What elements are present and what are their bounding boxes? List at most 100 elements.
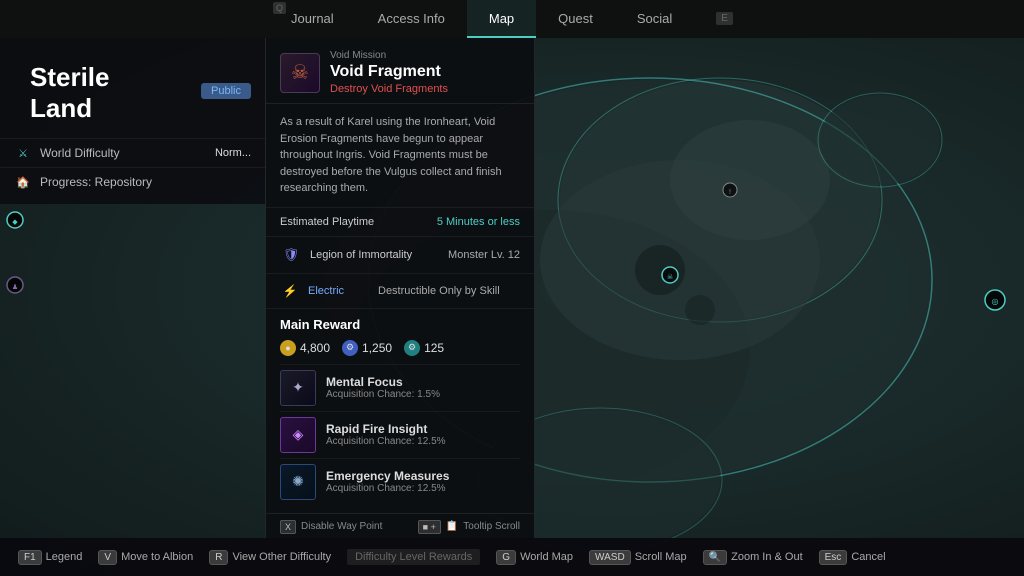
reward-item-0: ✦ Mental Focus Acquisition Chance: 1.5% [280, 364, 520, 411]
progress-row: 🏠 Progress: Repository [0, 167, 265, 196]
difficulty-level-rewards-label: Difficulty Level Rewards [347, 549, 480, 565]
svg-text:♟: ♟ [12, 283, 18, 291]
reward-info-0: Mental Focus Acquisition Chance: 1.5% [326, 375, 520, 400]
card-description: As a result of Karel using the Ironheart… [266, 104, 534, 208]
left-panel: Sterile Land Public ⚔ World Difficulty N… [0, 38, 265, 204]
tab-map[interactable]: Map [467, 0, 536, 38]
tab-quest[interactable]: Quest [536, 0, 615, 38]
reward-icon-1: ◈ [280, 417, 316, 453]
world-map-label: World Map [520, 551, 573, 563]
esc-key: Esc [819, 550, 848, 565]
scroll-map-label: Scroll Map [635, 551, 687, 563]
move-to-albion-btn[interactable]: V Move to Albion [90, 550, 201, 565]
tooltip-icon: 📋 [446, 521, 458, 532]
progress-icon: 🏠 [14, 173, 32, 191]
svg-text:◆: ◆ [12, 219, 18, 226]
waypoint-btn[interactable]: X Disable Way Point [280, 520, 382, 534]
v-key: V [98, 550, 117, 565]
legend-btn[interactable]: F1 Legend [10, 550, 90, 565]
world-map-btn[interactable]: G World Map [488, 550, 581, 565]
world-difficulty-label: World Difficulty [40, 146, 215, 160]
reward-icon-0: ✦ [280, 370, 316, 406]
zoom-icon-key: 🔍 [703, 550, 727, 565]
reward-title: Main Reward [280, 317, 520, 332]
enemy-level: Monster Lv. 12 [448, 249, 520, 261]
journal-key: Q [273, 2, 286, 14]
playtime-row: Estimated Playtime 5 Minutes or less [266, 208, 534, 237]
scroll-map-btn[interactable]: WASD Scroll Map [581, 550, 695, 565]
bottom-bar: F1 Legend V Move to Albion R View Other … [0, 538, 1024, 576]
cancel-btn[interactable]: Esc Cancel [811, 550, 894, 565]
info-card: ☠ Void Mission Void Fragment Destroy Voi… [265, 38, 535, 541]
reward-info-2: Emergency Measures Acquisition Chance: 1… [326, 469, 520, 494]
tab-map-label: Map [489, 11, 514, 26]
tab-social-label: Social [637, 11, 672, 26]
world-difficulty-value: Norm... [215, 147, 251, 159]
reward-item-1: ◈ Rapid Fire Insight Acquisition Chance:… [280, 411, 520, 458]
reward-info-1: Rapid Fire Insight Acquisition Chance: 1… [326, 422, 520, 447]
blue-value: 1,250 [362, 341, 392, 355]
enemy-row: 🛡 Legion of Immortality Monster Lv. 12 [266, 237, 534, 274]
teal-value: 125 [424, 341, 444, 355]
cancel-label: Cancel [851, 551, 885, 563]
tab-social[interactable]: Social [615, 0, 694, 38]
reward-icon-2: ✺ [280, 464, 316, 500]
card-subtitle: Destroy Void Fragments [330, 83, 520, 95]
tooltip-combo-key: ■ + [418, 520, 441, 534]
card-footer: X Disable Way Point ■ + 📋 Tooltip Scroll [266, 513, 534, 540]
element-icon: ⚡ [280, 281, 300, 301]
card-title-block: Void Mission Void Fragment Destroy Void … [330, 50, 520, 95]
tab-quest-label: Quest [558, 11, 593, 26]
reward-name-2: Emergency Measures [326, 469, 520, 483]
reward-name-0: Mental Focus [326, 375, 520, 389]
e-key-badge: E [716, 12, 733, 25]
element-name: Electric [308, 285, 378, 297]
wasd-key: WASD [589, 550, 631, 565]
tooltip-scroll-btn[interactable]: ■ + 📋 Tooltip Scroll [418, 520, 520, 534]
progress-label: Progress: Repository [40, 175, 251, 189]
tab-access-info-label: Access Info [378, 11, 445, 26]
playtime-label: Estimated Playtime [280, 216, 374, 228]
svg-text:◎: ◎ [992, 297, 999, 306]
element-row: ⚡ Electric Destructible Only by Skill [266, 274, 534, 309]
mission-type: Void Mission [330, 50, 520, 61]
mission-icon-symbol: ☠ [291, 60, 309, 85]
card-mission-icon: ☠ [280, 53, 320, 93]
svg-text:!: ! [729, 189, 731, 196]
f1-key: F1 [18, 550, 42, 565]
element-description: Destructible Only by Skill [378, 285, 500, 297]
world-difficulty-row: ⚔ World Difficulty Norm... [0, 138, 265, 167]
tab-journal-label: Journal [291, 11, 334, 26]
card-header: ☠ Void Mission Void Fragment Destroy Voi… [266, 38, 534, 104]
top-navigation: Q Journal Access Info Map Quest Social E [0, 0, 1024, 38]
r-key: R [209, 550, 228, 565]
reward-chance-2: Acquisition Chance: 12.5% [326, 483, 520, 494]
waypoint-key: X [280, 520, 296, 534]
currency-blue: ⚙ 1,250 [342, 340, 392, 356]
blue-currency-icon: ⚙ [342, 340, 358, 356]
world-difficulty-icon: ⚔ [14, 144, 32, 162]
enemy-icon: 🛡 [280, 244, 302, 266]
legend-label: Legend [46, 551, 83, 563]
tab-e-key[interactable]: E [694, 0, 755, 38]
gold-value: 4,800 [300, 341, 330, 355]
reward-currencies: ● 4,800 ⚙ 1,250 ⚙ 125 [280, 340, 520, 356]
enemy-name: Legion of Immortality [310, 249, 448, 261]
view-other-difficulty-btn[interactable]: R View Other Difficulty [201, 550, 339, 565]
gold-icon: ● [280, 340, 296, 356]
reward-section: Main Reward ● 4,800 ⚙ 1,250 ⚙ 125 ✦ Ment… [266, 309, 534, 513]
playtime-value: 5 Minutes or less [437, 216, 520, 228]
svg-text:☠: ☠ [667, 273, 673, 281]
tab-journal[interactable]: Q Journal [269, 0, 356, 38]
region-badge: Public [201, 83, 251, 99]
tooltip-label: Tooltip Scroll [463, 521, 520, 532]
reward-name-1: Rapid Fire Insight [326, 422, 520, 436]
zoom-label: Zoom In & Out [731, 551, 803, 563]
reward-chance-1: Acquisition Chance: 12.5% [326, 436, 520, 447]
currency-teal: ⚙ 125 [404, 340, 444, 356]
tab-access-info[interactable]: Access Info [356, 0, 467, 38]
difficulty-level-rewards: Difficulty Level Rewards [339, 549, 488, 565]
move-to-albion-label: Move to Albion [121, 551, 193, 563]
zoom-btn[interactable]: 🔍 Zoom In & Out [695, 550, 811, 565]
card-title: Void Fragment [330, 63, 520, 81]
